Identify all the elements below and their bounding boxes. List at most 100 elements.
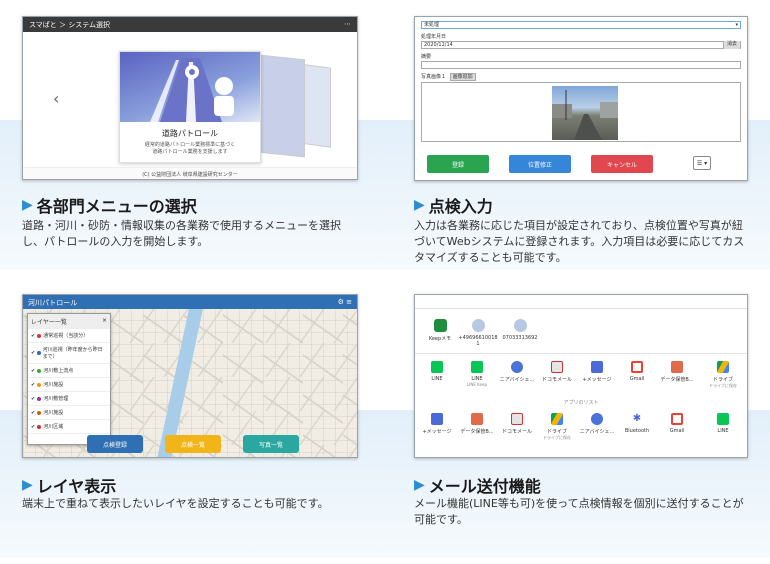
menu-icon[interactable]: ≡ bbox=[346, 298, 352, 306]
line-icon bbox=[471, 361, 483, 373]
heading-text: レイヤ表示 bbox=[36, 477, 117, 496]
layer-label: 河川施設 bbox=[43, 382, 64, 388]
layer-item[interactable]: ✔ 河川施設 bbox=[28, 406, 110, 420]
layer-item[interactable]: ✔ 河川施設 bbox=[28, 378, 110, 392]
heading-layer-display: ▶ レイヤ表示 bbox=[22, 473, 116, 497]
fix-position-button[interactable]: 位置修正 bbox=[509, 155, 571, 173]
heading-menu-select: ▶ 各部門メニューの選択 bbox=[22, 193, 197, 217]
app-drive[interactable]: ドライブ ドライブに保存 bbox=[537, 413, 577, 441]
bluetooth-icon: ✱ bbox=[631, 413, 643, 425]
inspection-list-button[interactable]: 点検一覧 bbox=[165, 435, 221, 453]
cancel-button[interactable]: キャンセル bbox=[591, 155, 653, 173]
layer-label: 河川敷管理 bbox=[43, 396, 69, 402]
app-label: ドコモメール bbox=[501, 429, 532, 435]
app-sublabel: ドライブに保存 bbox=[543, 435, 571, 440]
app-list-label: アプリのリスト bbox=[563, 400, 599, 406]
app-line[interactable]: LINE bbox=[417, 361, 457, 382]
app-docomo-mail[interactable]: ドコモメール bbox=[537, 361, 577, 383]
section-layer-display: 河川パトロール ⚙ ≡ レイヤー一覧 × ✔ 通常巡視（当該分） ✔ 河川巡視（昨年… bbox=[0, 282, 385, 564]
app-sublabel: LINE Keep bbox=[466, 382, 488, 387]
settings-icon[interactable]: ⚙ bbox=[338, 298, 344, 306]
layer-item[interactable]: ✔ 河川巡視（昨年度から昨日まで） bbox=[28, 343, 110, 364]
app-drive[interactable]: ドライブ ドライブに保存 bbox=[703, 361, 743, 389]
register-button[interactable]: 登録 bbox=[427, 155, 489, 173]
app-bluetooth[interactable]: ✱ Bluetooth bbox=[617, 413, 657, 434]
avatar-icon bbox=[513, 319, 527, 332]
heading-text: 各部門メニューの選択 bbox=[36, 197, 197, 216]
close-icon[interactable]: × bbox=[102, 317, 107, 326]
check-icon: ✔ bbox=[31, 350, 36, 356]
triangle-icon: ▶ bbox=[414, 477, 425, 493]
message-icon bbox=[591, 361, 603, 373]
breadcrumb[interactable]: スマぱと ＞ システム選択 bbox=[29, 20, 110, 29]
app-data-storage[interactable]: データ保管B... bbox=[657, 361, 697, 383]
app-line[interactable]: LINE bbox=[703, 413, 743, 434]
mail-icon bbox=[551, 361, 563, 373]
contact-name: +49696610018 1 bbox=[458, 335, 498, 347]
photo-label-text: 写真画像１ bbox=[421, 74, 447, 80]
prev-arrow-icon[interactable]: ‹ bbox=[53, 89, 59, 108]
app-nearby-share[interactable]: ニアバイシェ... bbox=[497, 361, 537, 383]
menu-dropdown-button[interactable]: ☰ ▾ bbox=[693, 156, 711, 170]
layer-item[interactable]: ✔ 河川敷管理 bbox=[28, 392, 110, 406]
app-plus-message[interactable]: +メッセージ bbox=[577, 361, 617, 383]
app-gmail[interactable]: Gmail bbox=[657, 413, 697, 434]
app-gmail[interactable]: Gmail bbox=[617, 361, 657, 382]
app-line-keep[interactable]: LINE LINE Keep bbox=[457, 361, 497, 387]
app-label: ドライブ bbox=[546, 429, 567, 435]
card-road-patrol[interactable]: 道路パトロール 経常的道路パトロール業務標準に基づく 道路パトロール業務を支援し… bbox=[119, 51, 261, 163]
app-label: Gmail bbox=[669, 428, 685, 434]
contact-name: Keepメモ bbox=[428, 336, 452, 342]
check-icon: ✔ bbox=[31, 367, 36, 374]
desc-menu-select: 道路・河川・砂防・情報収集の各業務で使用するメニューを選択し、パトロールの入力を… bbox=[22, 219, 341, 248]
photo-list-button[interactable]: 写真一覧 bbox=[243, 435, 299, 453]
layer-label: 河川施設 bbox=[43, 410, 64, 416]
app-plus-message[interactable]: +メッセージ bbox=[417, 413, 457, 435]
add-photo-button[interactable]: 画像追加 bbox=[449, 73, 476, 81]
clear-date-button[interactable]: 消去 bbox=[722, 41, 740, 49]
heading-mail-send: ▶ メール送付機能 bbox=[414, 473, 541, 497]
copyright-footer: (C) 公益財団法人 岐阜県建設研究センター bbox=[23, 167, 357, 179]
more-icon[interactable]: ⋯ bbox=[344, 20, 351, 29]
check-icon: ✔ bbox=[31, 423, 36, 430]
contact-item[interactable]: 07033313692 bbox=[495, 319, 545, 341]
contact-name: 07033313692 bbox=[502, 335, 538, 341]
desc-layer-display: 端末上で重ねて表示したいレイヤを設定することも可能です。 bbox=[22, 497, 329, 510]
gmail-icon bbox=[631, 361, 643, 373]
app-label: ドコモメール bbox=[541, 377, 572, 383]
marker-icon bbox=[37, 351, 41, 355]
check-icon: ✔ bbox=[31, 332, 36, 339]
date-label: 処理年月日 bbox=[421, 34, 447, 40]
marker-icon bbox=[37, 424, 42, 429]
app-sublabel: ドライブに保存 bbox=[709, 383, 737, 388]
mail-icon bbox=[511, 413, 523, 425]
marker-icon bbox=[37, 368, 42, 373]
inspection-register-button[interactable]: 点検登録 bbox=[87, 435, 143, 453]
layer-panel-header: レイヤー一覧 × bbox=[28, 314, 110, 329]
summary-field[interactable] bbox=[421, 61, 741, 69]
app-label: データ保管B... bbox=[660, 377, 694, 383]
app-label: ニアバイシェ... bbox=[499, 377, 535, 383]
card-title: 道路パトロール bbox=[161, 129, 219, 138]
drive-icon bbox=[551, 413, 563, 425]
layer-item[interactable]: ✔ 河川敷上流点 bbox=[28, 364, 110, 378]
status-value: 未処理 bbox=[424, 22, 440, 28]
layer-item[interactable]: ✔ 通常巡視（当該分） bbox=[28, 329, 110, 343]
app-docomo-mail[interactable]: ドコモメール bbox=[497, 413, 537, 435]
layer-panel-title: レイヤー一覧 bbox=[31, 319, 67, 326]
layer-label: 河川区域 bbox=[43, 424, 64, 430]
line-icon bbox=[431, 361, 443, 373]
date-field[interactable]: 2020/12/14 消去 bbox=[421, 41, 741, 49]
street-photo-icon bbox=[552, 90, 618, 140]
drive-icon bbox=[717, 361, 729, 373]
divider bbox=[415, 353, 747, 354]
app-data-storage[interactable]: データ保管B... bbox=[457, 413, 497, 435]
gmail-icon bbox=[671, 413, 683, 425]
app-label: データ保管B... bbox=[460, 429, 494, 435]
status-select[interactable]: 未処理 ▾ bbox=[421, 21, 741, 29]
section-inspection-input: 未処理 ▾ 処理年月日 2020/12/14 消去 摘要 写真画像１ 画像追加 bbox=[385, 0, 770, 282]
layer-item[interactable]: ✔ 河川区域 bbox=[28, 420, 110, 434]
triangle-icon: ▶ bbox=[22, 197, 33, 213]
app-nearby-share[interactable]: ニアバイシェ... bbox=[577, 413, 617, 435]
nearby-share-icon bbox=[511, 361, 523, 373]
